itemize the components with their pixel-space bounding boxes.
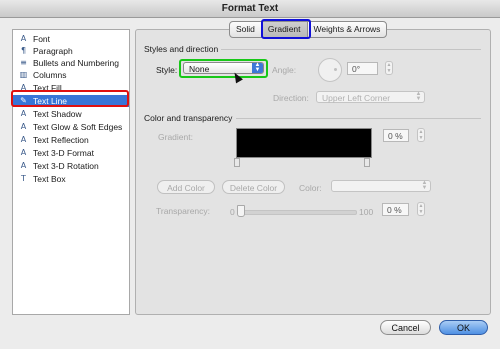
text-glow-icon: A (20, 122, 27, 131)
angle-stepper[interactable]: ▲ ▼ (385, 61, 393, 75)
slider-max-label: 100 (359, 207, 374, 217)
section-divider (221, 49, 481, 50)
transparency-field[interactable]: 0 % (382, 203, 409, 216)
bullets-icon: ≡ (20, 58, 27, 67)
cancel-button[interactable]: Cancel (380, 320, 431, 335)
gradient-stop-handle[interactable] (234, 158, 240, 167)
popup-arrows-icon: ▲ ▼ (415, 91, 422, 102)
sidebar-item-text-3d-format[interactable]: A Text 3-D Format (13, 147, 129, 159)
sidebar-item-label: Text Shadow (33, 109, 82, 119)
text-reflection-icon: A (20, 135, 27, 144)
sidebar-item-columns[interactable]: ▥ Columns (13, 69, 129, 81)
sidebar-item-text-3d-rotation[interactable]: A Text 3-D Rotation (13, 160, 129, 172)
sidebar-item-label: Text Glow & Soft Edges (33, 122, 123, 132)
text-3d-rotation-icon: A (20, 161, 27, 170)
angle-label: Angle: (272, 65, 297, 75)
add-color-button[interactable]: Add Color (157, 180, 215, 194)
styles-section-title: Styles and direction (144, 44, 219, 54)
sidebar: A Font ¶ Paragraph ≡ Bullets and Numberi… (12, 29, 130, 315)
angle-dial[interactable] (318, 58, 342, 82)
color-section-title: Color and transparency (144, 113, 233, 123)
sidebar-item-label: Bullets and Numbering (33, 58, 119, 68)
sidebar-item-label: Text Reflection (33, 135, 89, 145)
delete-color-button[interactable]: Delete Color (222, 180, 285, 194)
highlight-text-line (11, 90, 129, 107)
gradient-preview[interactable] (236, 128, 372, 158)
transparency-slider-thumb[interactable] (237, 205, 245, 217)
text-shadow-icon: A (20, 109, 27, 118)
sidebar-item-bullets-and-numbering[interactable]: ≡ Bullets and Numbering (13, 57, 129, 69)
columns-icon: ▥ (19, 70, 28, 79)
direction-value: Upper Left Corner (322, 93, 391, 103)
transparency-stepper[interactable]: ▲ ▼ (417, 202, 425, 216)
sidebar-item-label: Font (33, 34, 51, 44)
gradient-position-field[interactable]: 0 % (383, 129, 409, 142)
gradient-position-stepper[interactable]: ▲ ▼ (417, 128, 425, 142)
sidebar-item-label: Paragraph (33, 46, 73, 56)
color-label: Color: (299, 183, 322, 193)
transparency-label: Transparency: (156, 206, 211, 216)
color-select[interactable]: ▲ ▼ (331, 180, 431, 192)
tab-weights-arrows[interactable]: Weights & Arrows (308, 22, 387, 37)
sidebar-item-paragraph[interactable]: ¶ Paragraph (13, 45, 129, 57)
section-divider (236, 118, 481, 119)
sidebar-item-label: Columns (33, 70, 67, 80)
highlight-style-select (179, 59, 268, 78)
popup-arrows-icon: ▲ ▼ (421, 180, 428, 191)
window-title: Format Text (0, 0, 500, 18)
transparency-slider[interactable] (240, 210, 357, 215)
paragraph-icon: ¶ (20, 46, 27, 55)
sidebar-item-label: Text Box (33, 174, 66, 184)
sidebar-item-text-reflection[interactable]: A Text Reflection (13, 134, 129, 146)
ok-button[interactable]: OK (439, 320, 488, 335)
direction-select[interactable]: Upper Left Corner ▲ ▼ (316, 91, 425, 103)
sidebar-item-text-shadow[interactable]: A Text Shadow (13, 108, 129, 120)
style-label: Style: (156, 65, 178, 75)
sidebar-item-font[interactable]: A Font (13, 33, 129, 45)
sidebar-item-label: Text 3-D Format (33, 148, 94, 158)
gradient-label: Gradient: (158, 132, 193, 142)
slider-min-label: 0 (230, 207, 235, 217)
tab-solid[interactable]: Solid (230, 22, 262, 37)
font-icon: A (20, 34, 27, 43)
highlight-gradient-tab (261, 19, 311, 39)
sidebar-item-text-box[interactable]: T Text Box (13, 173, 129, 185)
gradient-stop-handle[interactable] (364, 158, 370, 167)
sidebar-item-label: Text 3-D Rotation (33, 161, 99, 171)
direction-label: Direction: (273, 93, 309, 103)
text-3d-format-icon: A (20, 148, 27, 157)
text-box-icon: T (21, 174, 26, 183)
angle-field[interactable]: 0° (347, 62, 378, 75)
sidebar-item-text-glow[interactable]: A Text Glow & Soft Edges (13, 121, 129, 133)
